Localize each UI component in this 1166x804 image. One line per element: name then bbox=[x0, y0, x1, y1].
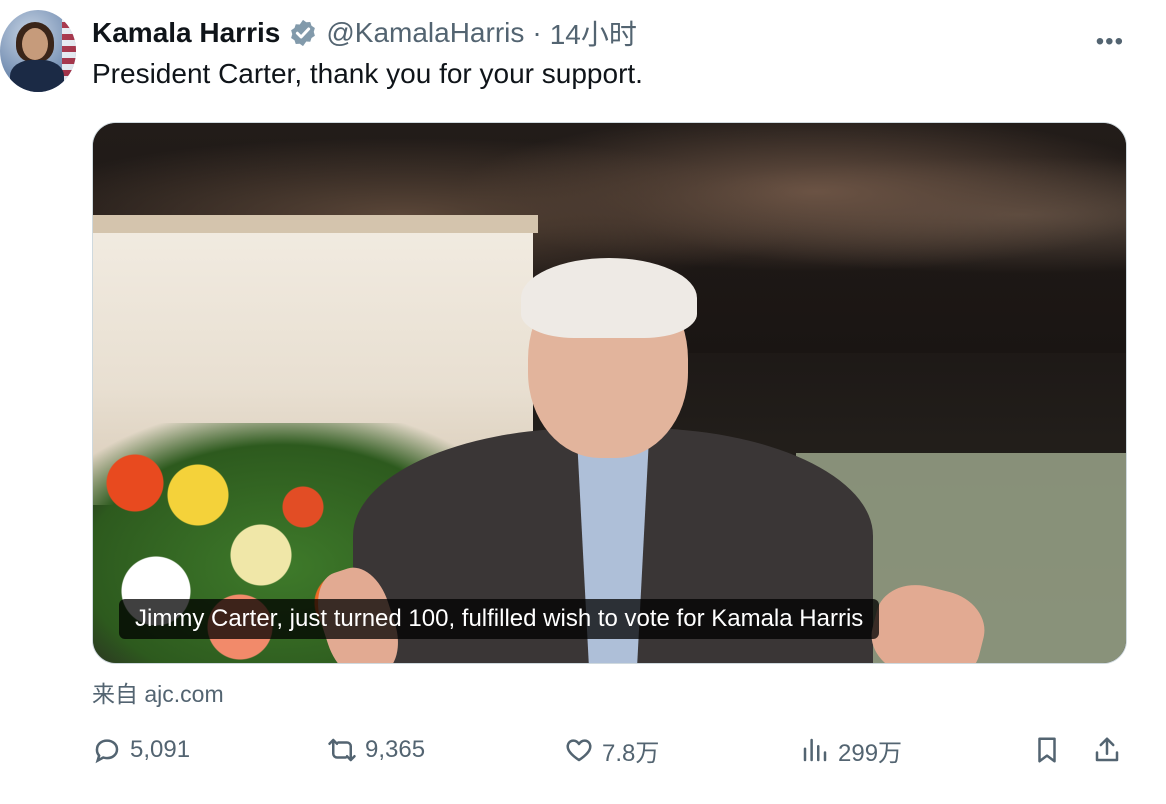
retweet-icon bbox=[328, 738, 356, 762]
share-icon bbox=[1095, 737, 1119, 762]
like-count: 7.8万 bbox=[602, 739, 660, 767]
photo-hair bbox=[521, 258, 697, 338]
tweet-header: Kamala Harris @KamalaHarris · 14小时 bbox=[92, 16, 637, 50]
media-caption: Jimmy Carter, just turned 100, fulfilled… bbox=[119, 599, 880, 639]
views-button[interactable]: 299万 bbox=[800, 728, 902, 772]
views-count: 299万 bbox=[838, 739, 903, 767]
tweet-timestamp[interactable]: 14小时 bbox=[550, 13, 637, 53]
reply-count: 5,091 bbox=[130, 736, 191, 763]
verified-badge-icon bbox=[288, 18, 318, 48]
card-source-link[interactable]: 来自 ajc.com bbox=[92, 675, 224, 709]
bookmark-button[interactable] bbox=[1032, 728, 1062, 772]
avatar-suit bbox=[10, 60, 64, 92]
retweet-count: 9,365 bbox=[365, 736, 426, 763]
tweet-text: President Carter, thank you for your sup… bbox=[92, 58, 643, 89]
like-button[interactable]: 7.8万 bbox=[564, 728, 659, 772]
flag-decoration bbox=[62, 10, 76, 92]
bar-chart-icon bbox=[803, 738, 827, 762]
tweet-media-card[interactable]: Jimmy Carter, just turned 100, fulfilled… bbox=[92, 122, 1127, 664]
tweet-actions-bar: 5,091 9,365 7.8万 299万 bbox=[92, 728, 1126, 772]
more-options-icon[interactable]: ••• bbox=[1096, 28, 1124, 56]
share-button[interactable] bbox=[1092, 728, 1122, 772]
author-avatar[interactable] bbox=[0, 10, 76, 92]
reply-icon bbox=[95, 739, 119, 764]
author-handle[interactable]: @KamalaHarris bbox=[326, 17, 524, 49]
bookmark-icon bbox=[1038, 737, 1056, 763]
heart-icon bbox=[566, 739, 592, 762]
separator-dot: · bbox=[532, 17, 542, 48]
reply-button[interactable]: 5,091 bbox=[92, 728, 190, 772]
avatar-face bbox=[22, 28, 48, 60]
photo-pulpit-ledge bbox=[93, 215, 538, 233]
author-name[interactable]: Kamala Harris bbox=[92, 17, 280, 49]
retweet-button[interactable]: 9,365 bbox=[327, 728, 425, 772]
